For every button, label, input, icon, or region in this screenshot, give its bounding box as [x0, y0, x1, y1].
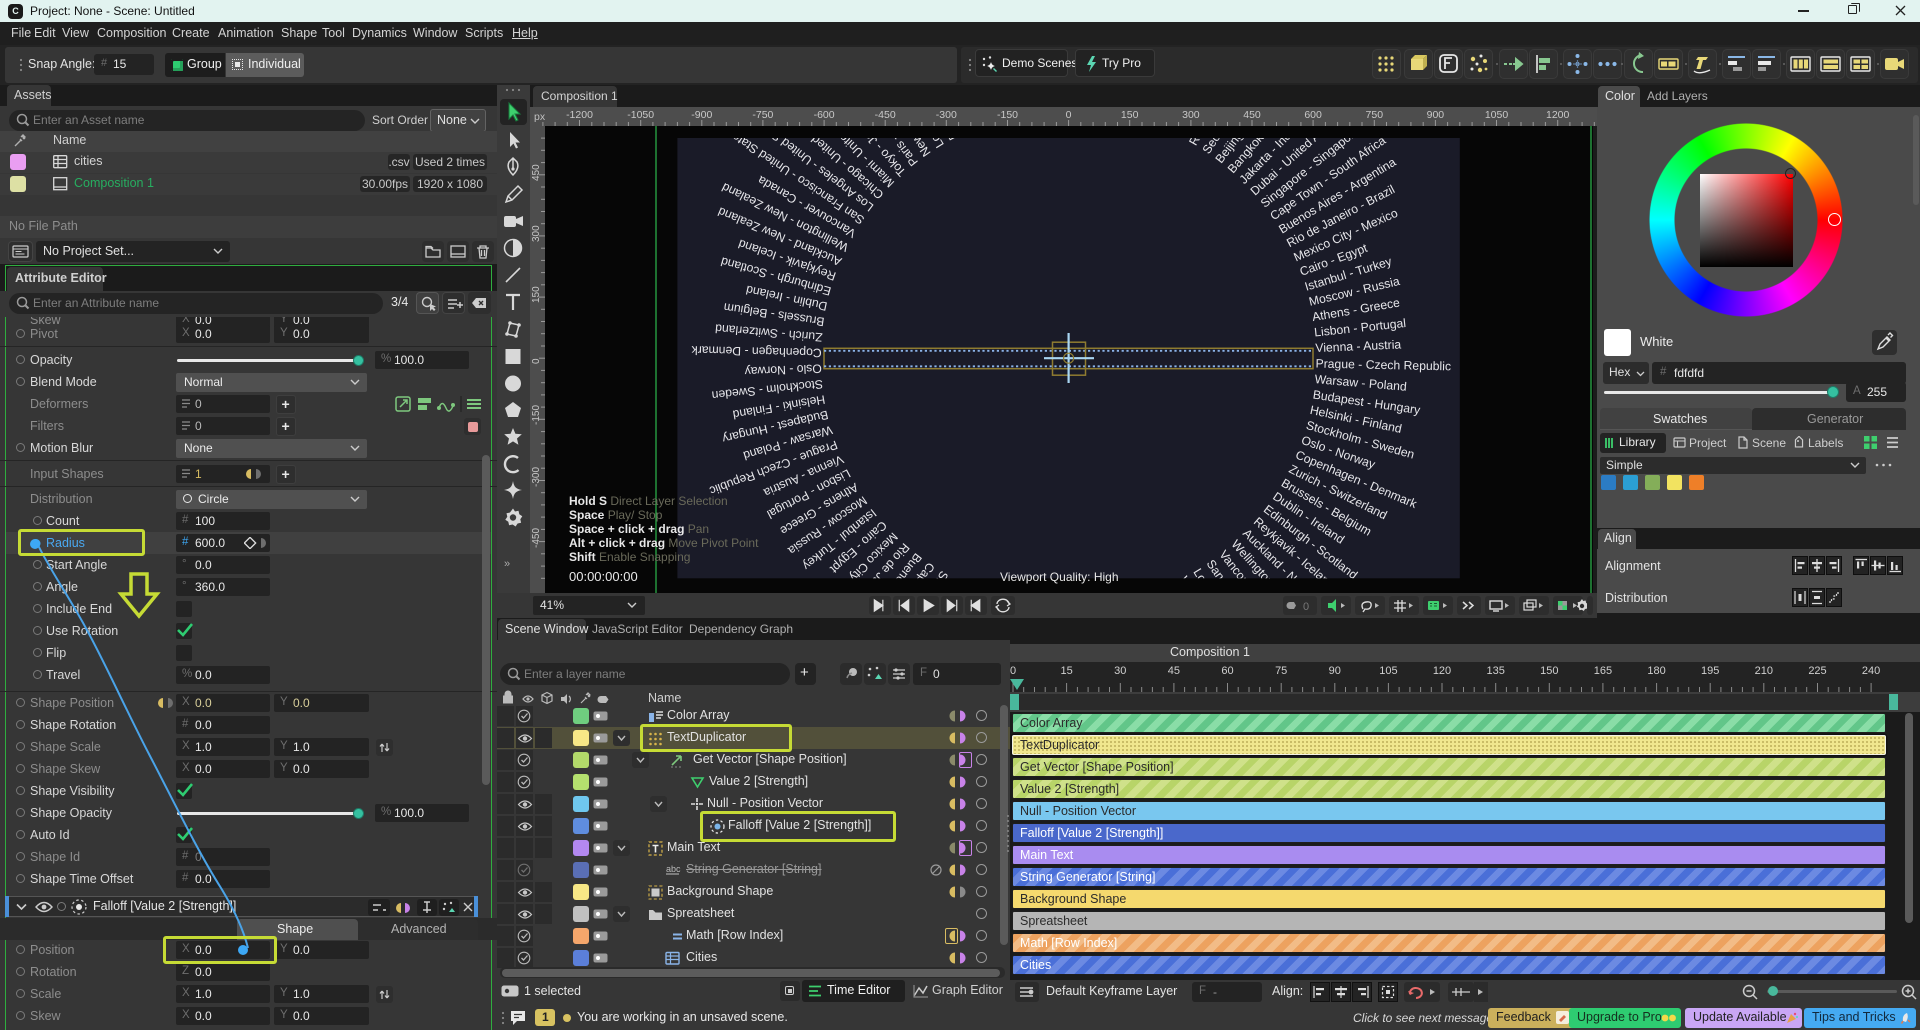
svg-text:Prague - Czech Republic: Prague - Czech Republic: [1143, 126, 1201, 127]
svg-text:Prague - Czech Republic: Prague - Czech Republic: [1315, 357, 1451, 374]
svg-text:Jakarta - Indonesia: Jakarta - Indonesia: [926, 583, 979, 593]
svg-text:Beijing - China: Beijing - China: [948, 126, 989, 129]
svg-text:Seoul - South Korea: Seoul - South Korea: [917, 126, 975, 135]
svg-text:abc: abc: [666, 864, 681, 874]
svg-text:0: 0: [1303, 601, 1309, 613]
svg-text:Copenhagen - Denmark: Copenhagen - Denmark: [691, 343, 822, 360]
svg-text:Dubai - United Arab Emirates: Dubai - United Arab Emirates: [882, 576, 965, 593]
svg-text:Warsaw - Poland: Warsaw - Poland: [1158, 126, 1207, 133]
svg-text:Vancouver - Canada: Vancouver - Canada: [1162, 581, 1220, 593]
